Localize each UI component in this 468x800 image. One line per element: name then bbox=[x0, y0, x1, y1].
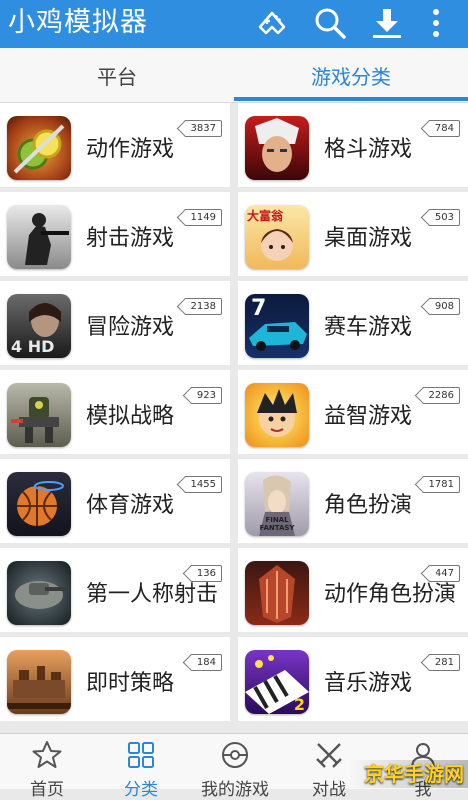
game-count-badge: 2286 bbox=[421, 387, 460, 404]
tab-game-categories[interactable]: 游戏分类 bbox=[234, 48, 468, 102]
game-count-badge: 1455 bbox=[183, 476, 222, 493]
category-item-adventure[interactable]: 4 HD 冒险游戏 2138 bbox=[0, 281, 230, 365]
game-count-badge: 447 bbox=[427, 565, 460, 582]
game-count-badge: 3837 bbox=[183, 120, 222, 137]
category-label: 射击游戏 bbox=[86, 226, 175, 251]
armor-thumbnail bbox=[245, 561, 309, 625]
category-label: 桌面游戏 bbox=[324, 226, 413, 251]
racing-thumbnail: 7 bbox=[245, 294, 309, 358]
category-label: 冒险游戏 bbox=[86, 315, 175, 340]
watermark: 京华手游网 bbox=[348, 760, 468, 788]
soldier-thumbnail bbox=[7, 205, 71, 269]
category-item-action-rpg[interactable]: 动作角色扮演 447 bbox=[238, 548, 468, 632]
swords-icon bbox=[316, 743, 342, 768]
thumb-text: 2 bbox=[293, 695, 305, 714]
thumb-text: 7 bbox=[251, 296, 267, 321]
category-label: 模拟战略 bbox=[86, 404, 175, 429]
app-title: 小鸡模拟器 bbox=[8, 7, 148, 38]
pokeball-icon bbox=[222, 742, 248, 768]
category-item-action[interactable]: 动作游戏 3837 bbox=[0, 103, 230, 187]
mech-thumbnail bbox=[7, 383, 71, 447]
nav-my-games[interactable]: 我的游戏 bbox=[188, 734, 282, 800]
category-tabs: 平台 游戏分类 bbox=[0, 48, 468, 103]
game-count-badge: 281 bbox=[427, 654, 460, 671]
category-label: 益智游戏 bbox=[324, 404, 413, 429]
game-count-badge: 1149 bbox=[183, 209, 222, 226]
category-item-board[interactable]: 大富翁 桌面游戏 503 bbox=[238, 192, 468, 276]
category-label: 即时策略 bbox=[86, 671, 175, 696]
gamepad-icon[interactable] bbox=[251, 3, 293, 43]
category-grid: 动作游戏 3837 格斗游戏 784 射击游戏 1149 大富翁 桌面游戏 50… bbox=[0, 103, 468, 733]
category-item-strategy-sim[interactable]: 模拟战略 923 bbox=[0, 370, 230, 454]
category-item-racing[interactable]: 7 赛车游戏 908 bbox=[238, 281, 468, 365]
fruit-slice-thumbnail bbox=[7, 116, 71, 180]
thumb-text: 大富翁 bbox=[247, 209, 284, 223]
category-item-fps[interactable]: 第一人称射击 136 bbox=[0, 548, 230, 632]
tab-platform[interactable]: 平台 bbox=[0, 48, 234, 102]
star-icon bbox=[32, 741, 62, 768]
game-count-badge: 908 bbox=[427, 298, 460, 315]
thumb-text: 4 HD bbox=[11, 337, 55, 356]
category-item-music[interactable]: 2 音乐游戏 281 bbox=[238, 637, 468, 721]
more-vertical-icon[interactable] bbox=[416, 3, 456, 43]
top-app-bar: 小鸡模拟器 bbox=[0, 0, 468, 48]
game-count-badge: 2138 bbox=[183, 298, 222, 315]
piano-thumbnail: 2 bbox=[245, 650, 309, 714]
category-item-rpg[interactable]: FINAL FANTASY 角色扮演 1781 bbox=[238, 459, 468, 543]
active-tab-indicator bbox=[234, 97, 468, 101]
board-game-thumbnail: 大富翁 bbox=[245, 205, 309, 269]
strategy-thumbnail bbox=[7, 650, 71, 714]
category-item-sports[interactable]: 体育游戏 1455 bbox=[0, 459, 230, 543]
horror-thumbnail: 4 HD bbox=[7, 294, 71, 358]
category-label: 赛车游戏 bbox=[324, 315, 413, 340]
category-label: 音乐游戏 bbox=[324, 671, 413, 696]
category-label: 体育游戏 bbox=[86, 493, 175, 518]
game-count-badge: 503 bbox=[427, 209, 460, 226]
game-count-badge: 1781 bbox=[421, 476, 460, 493]
category-item-puzzle[interactable]: 益智游戏 2286 bbox=[238, 370, 468, 454]
category-label: 角色扮演 bbox=[324, 493, 413, 518]
category-item-shooting[interactable]: 射击游戏 1149 bbox=[0, 192, 230, 276]
game-count-badge: 784 bbox=[427, 120, 460, 137]
download-icon[interactable] bbox=[366, 3, 408, 43]
search-icon[interactable] bbox=[309, 3, 351, 43]
category-label: 格斗游戏 bbox=[324, 137, 413, 162]
category-item-fighting[interactable]: 格斗游戏 784 bbox=[238, 103, 468, 187]
game-count-badge: 136 bbox=[189, 565, 222, 582]
basketball-thumbnail bbox=[7, 472, 71, 536]
fighter-thumbnail bbox=[245, 116, 309, 180]
nav-home[interactable]: 首页 bbox=[0, 734, 94, 800]
game-count-badge: 923 bbox=[189, 387, 222, 404]
final-fantasy-thumbnail: FINAL FANTASY bbox=[245, 472, 309, 536]
category-label: 动作游戏 bbox=[86, 137, 175, 162]
tank-thumbnail bbox=[7, 561, 71, 625]
grid-icon bbox=[128, 742, 154, 768]
category-item-rts[interactable]: 即时策略 184 bbox=[0, 637, 230, 721]
cartoon-kid-thumbnail bbox=[245, 383, 309, 447]
thumb-text: FINAL FANTASY bbox=[259, 516, 295, 532]
game-count-badge: 184 bbox=[189, 654, 222, 671]
nav-categories[interactable]: 分类 bbox=[94, 734, 188, 800]
